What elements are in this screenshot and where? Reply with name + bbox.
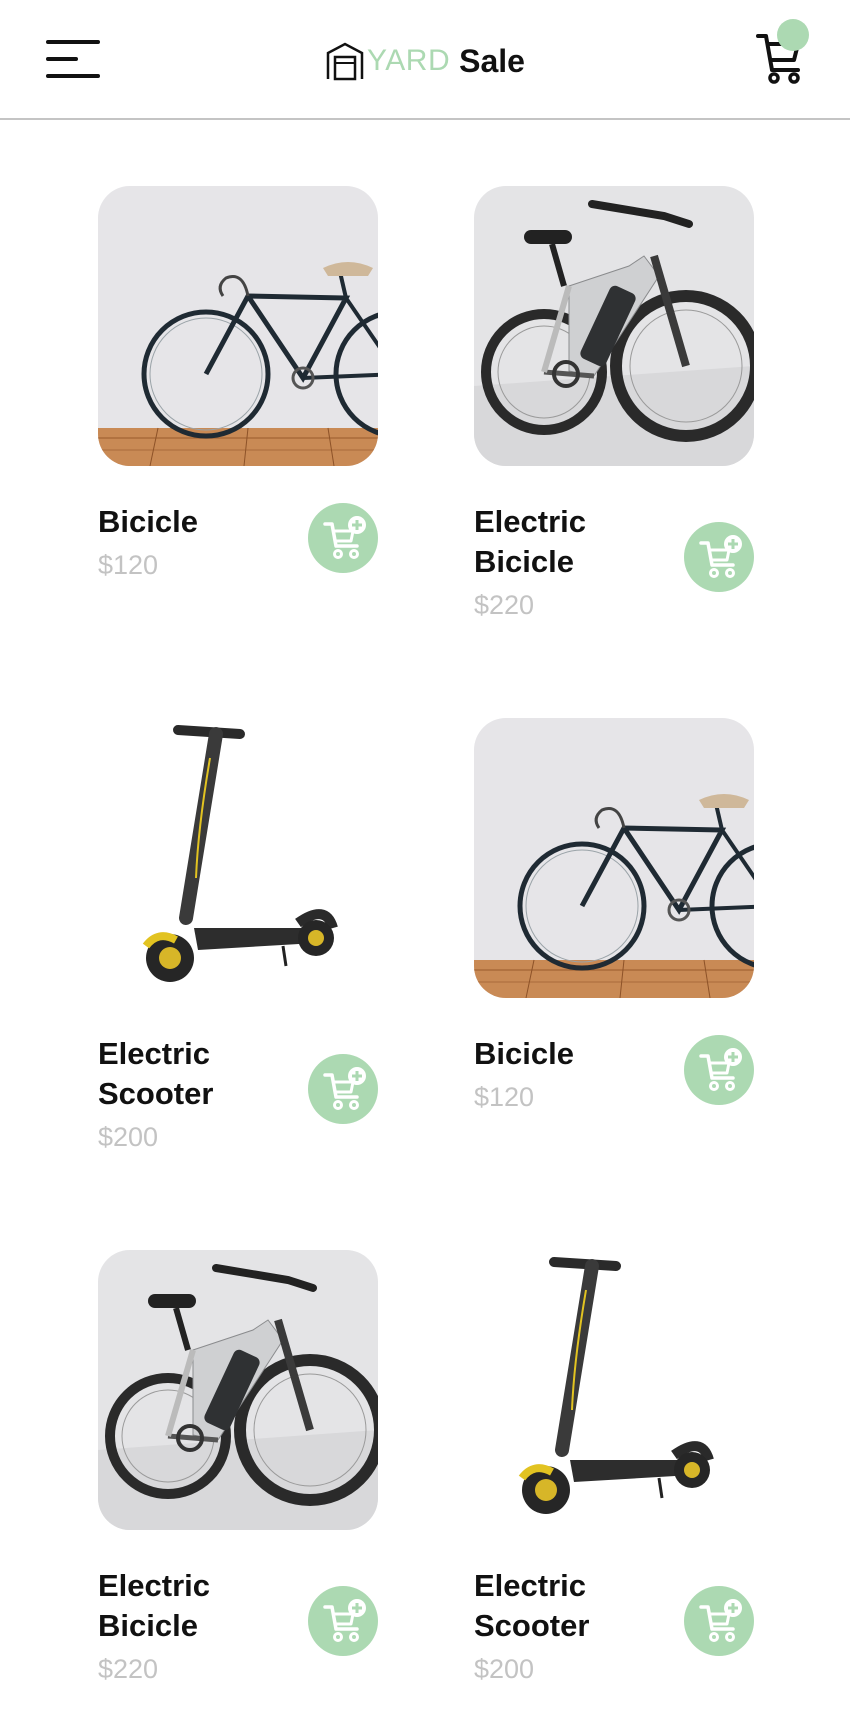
product-card[interactable]: Electric Scooter $200 [98, 718, 378, 1188]
product-name: Electric Bicicle [474, 504, 587, 579]
add-to-cart-icon [323, 1599, 367, 1643]
add-to-cart-button[interactable] [684, 1035, 754, 1105]
add-to-cart-icon [699, 1048, 743, 1092]
cart-badge-dot [777, 19, 809, 51]
add-to-cart-icon [323, 1067, 367, 1111]
add-to-cart-button[interactable] [308, 1586, 378, 1656]
hamburger-menu-icon[interactable] [46, 38, 102, 82]
product-card[interactable]: Bicicle $120 [474, 718, 754, 1188]
product-price: $200 [474, 1654, 535, 1684]
product-price: $120 [98, 550, 159, 580]
product-name: Electric Bicicle [98, 1568, 211, 1643]
product-grid: Bicicle $120 Electric Bicicle $220 Elect… [0, 120, 850, 1684]
brand-accent: YARD [367, 44, 451, 77]
brand-main: Sale [459, 42, 525, 79]
product-image-electric-bicycle[interactable] [98, 1250, 378, 1530]
add-to-cart-button[interactable] [308, 503, 378, 573]
product-image-bicycle[interactable] [474, 718, 754, 998]
product-card[interactable]: Electric Scooter $200 [474, 1250, 754, 1720]
add-to-cart-button[interactable] [684, 522, 754, 592]
top-header: YARD Sale [0, 0, 850, 120]
garage-logo-icon [326, 42, 364, 81]
product-card[interactable]: Electric Bicicle $220 [474, 186, 754, 656]
product-card[interactable]: Bicicle $120 [98, 186, 378, 656]
add-to-cart-button[interactable] [684, 1586, 754, 1656]
add-to-cart-icon [699, 535, 743, 579]
product-image-electric-scooter[interactable] [474, 1250, 754, 1530]
brand-logo[interactable]: YARD Sale [325, 36, 525, 86]
add-to-cart-icon [323, 516, 367, 560]
product-name: Bicicle [98, 504, 198, 539]
product-image-electric-bicycle[interactable] [474, 186, 754, 466]
product-image-electric-scooter[interactable] [98, 718, 378, 998]
product-price: $200 [98, 1122, 159, 1152]
add-to-cart-button[interactable] [308, 1054, 378, 1124]
product-price: $220 [474, 590, 535, 620]
product-image-bicycle[interactable] [98, 186, 378, 466]
product-name: Electric Scooter [98, 1036, 214, 1111]
product-price: $220 [98, 1654, 159, 1684]
product-price: $120 [474, 1082, 535, 1112]
product-name: Electric Scooter [474, 1568, 590, 1643]
product-card[interactable]: Electric Bicicle $220 [98, 1250, 378, 1720]
add-to-cart-icon [699, 1599, 743, 1643]
product-name: Bicicle [474, 1036, 574, 1071]
